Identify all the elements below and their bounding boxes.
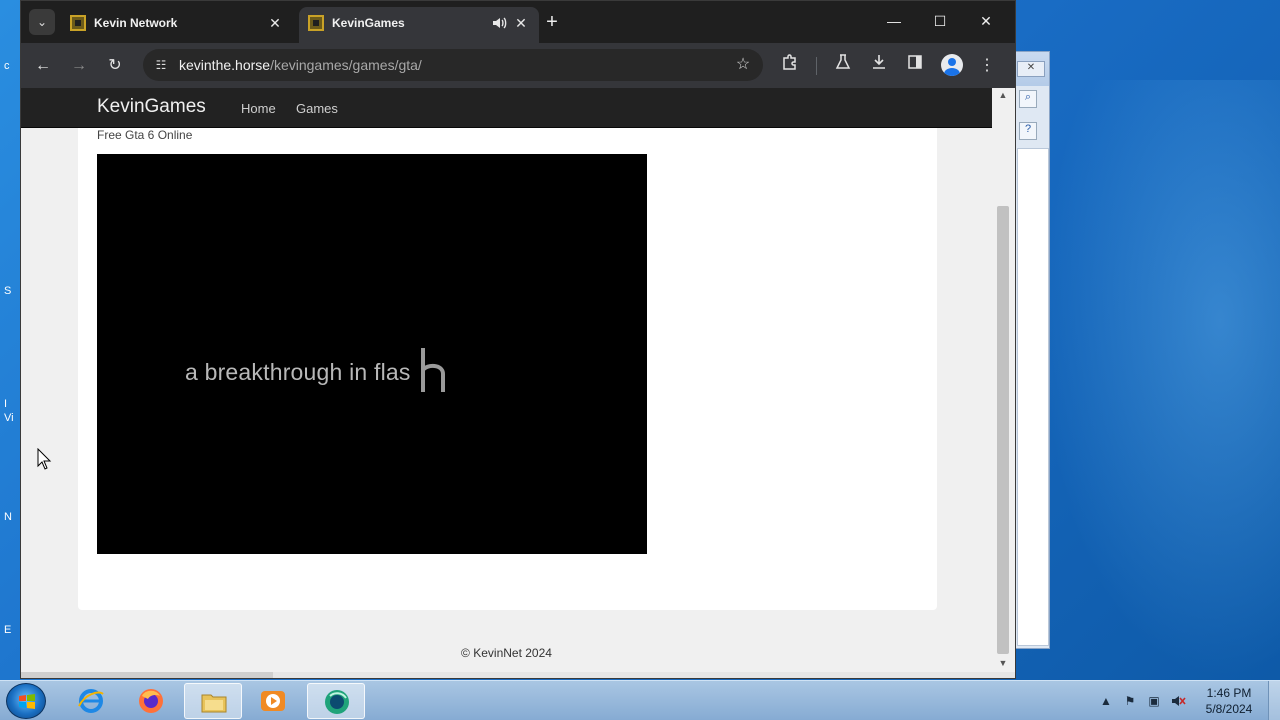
system-clock[interactable]: 1:46 PM 5/8/2024 bbox=[1196, 685, 1262, 717]
nav-link-games[interactable]: Games bbox=[296, 101, 338, 116]
taskbar: ▲ ⚑ ▣ 1:46 PM 5/8/2024 bbox=[0, 680, 1280, 720]
scrollbar-thumb[interactable] bbox=[997, 206, 1009, 654]
profile-avatar-icon[interactable] bbox=[941, 54, 963, 76]
bookmark-star-icon[interactable]: ☆ bbox=[733, 55, 753, 75]
help-icon[interactable]: ? bbox=[1019, 122, 1037, 140]
menu-kebab-icon[interactable]: ⋮ bbox=[974, 53, 1000, 79]
tab-title: KevinGames bbox=[332, 16, 405, 30]
forward-arrow-icon[interactable]: → bbox=[66, 53, 92, 79]
scroll-up-arrow-icon[interactable]: ▲ bbox=[997, 90, 1009, 102]
back-arrow-icon[interactable]: ← bbox=[30, 53, 56, 79]
speaker-icon[interactable] bbox=[489, 13, 509, 33]
volume-muted-icon[interactable] bbox=[1170, 693, 1186, 709]
taskbar-chromium-browser[interactable] bbox=[307, 683, 365, 719]
mouse-cursor-icon bbox=[37, 448, 52, 470]
desktop-icon-label[interactable]: N bbox=[4, 511, 12, 523]
close-icon[interactable]: ✕ bbox=[265, 13, 285, 33]
site-brand[interactable]: KevinGames bbox=[97, 96, 206, 118]
address-bar[interactable]: ☷ kevinthe.horse/kevingames/games/gta/ ☆ bbox=[143, 49, 763, 81]
media-player-icon bbox=[261, 691, 285, 711]
site-info-icon[interactable]: ☷ bbox=[151, 55, 171, 75]
game-title: Free Gta 6 Online bbox=[97, 128, 193, 142]
reload-icon[interactable]: ↻ bbox=[102, 53, 128, 79]
address-url[interactable]: kevinthe.horse/kevingames/games/gta/ bbox=[179, 57, 422, 73]
folder-icon bbox=[201, 694, 227, 713]
game-embed[interactable]: a breakthrough in flas bbox=[97, 154, 647, 554]
desktop-icon-label[interactable]: I bbox=[4, 398, 7, 410]
browser-toolbar: ← → ↻ ☷ kevinthe.horse/kevingames/games/… bbox=[21, 43, 1015, 88]
close-icon[interactable]: ✕ bbox=[1017, 61, 1045, 77]
action-center-flag-icon[interactable]: ⚑ bbox=[1122, 693, 1138, 709]
nav-link-home[interactable]: Home bbox=[241, 101, 276, 116]
toolbar-divider bbox=[816, 57, 817, 75]
tab-strip: ⌄ Kevin Network ✕ KevinGames ✕ + — ☐ ✕ bbox=[21, 1, 1015, 43]
clock-time: 1:46 PM bbox=[1206, 686, 1252, 700]
page-viewport: KevinGames Home Games Free Gta 6 Online … bbox=[21, 88, 1015, 678]
show-hidden-icons-chevron-icon[interactable]: ▲ bbox=[1098, 693, 1114, 709]
ruffle-logo-icon bbox=[421, 348, 445, 392]
network-icon[interactable]: ▣ bbox=[1146, 693, 1162, 709]
windows-logo-icon bbox=[19, 694, 35, 709]
close-window-button[interactable]: ✕ bbox=[963, 5, 1009, 37]
background-window-pane bbox=[1017, 148, 1049, 646]
game-loading-text: a breakthrough in flas bbox=[185, 359, 411, 385]
show-desktop-button[interactable] bbox=[1268, 681, 1280, 720]
desktop-icon-label[interactable]: S bbox=[4, 285, 11, 297]
firefox-icon bbox=[139, 689, 163, 713]
favicon-icon bbox=[308, 15, 324, 31]
background-window[interactable]: ✕ ⌕ ? bbox=[1010, 51, 1050, 649]
internet-explorer-icon bbox=[78, 689, 104, 713]
new-tab-button[interactable]: + bbox=[540, 11, 564, 35]
tab-kevin-network[interactable]: Kevin Network ✕ bbox=[61, 7, 293, 43]
browser-app-icon bbox=[325, 690, 349, 714]
start-button[interactable] bbox=[6, 683, 46, 719]
search-icon[interactable]: ⌕ bbox=[1019, 90, 1037, 108]
tab-kevingames[interactable]: KevinGames ✕ bbox=[299, 7, 539, 43]
favicon-icon bbox=[70, 15, 86, 31]
desktop-glow bbox=[1040, 80, 1280, 680]
horizontal-scrollbar-thumb[interactable] bbox=[21, 672, 273, 678]
close-icon[interactable]: ✕ bbox=[511, 13, 531, 33]
extensions-icon[interactable] bbox=[777, 53, 803, 79]
tab-search-button[interactable]: ⌄ bbox=[29, 9, 55, 35]
taskbar-file-explorer[interactable] bbox=[184, 683, 242, 719]
download-icon[interactable] bbox=[866, 53, 892, 79]
clock-date: 5/8/2024 bbox=[1205, 702, 1253, 716]
desktop-icon-label[interactable]: E bbox=[4, 624, 11, 636]
taskbar-internet-explorer[interactable] bbox=[62, 683, 120, 719]
side-panel-icon[interactable] bbox=[902, 53, 928, 79]
maximize-button[interactable]: ☐ bbox=[917, 5, 963, 37]
browser-window: ⌄ Kevin Network ✕ KevinGames ✕ + — ☐ ✕ ←… bbox=[20, 0, 1016, 679]
taskbar-firefox[interactable] bbox=[122, 683, 180, 719]
vertical-scrollbar[interactable]: ▲ ▼ bbox=[994, 88, 1012, 674]
desktop-icon-label[interactable]: c bbox=[4, 60, 10, 72]
taskbar-media-player[interactable] bbox=[244, 683, 302, 719]
labs-flask-icon[interactable] bbox=[830, 53, 856, 79]
page-footer: © KevinNet 2024 bbox=[461, 646, 552, 660]
minimize-button[interactable]: — bbox=[871, 5, 917, 37]
site-navbar: KevinGames Home Games bbox=[21, 88, 992, 128]
scroll-down-arrow-icon[interactable]: ▼ bbox=[997, 658, 1009, 670]
tab-title: Kevin Network bbox=[94, 16, 178, 30]
desktop-icon-label[interactable]: Vi bbox=[4, 412, 14, 424]
horizontal-scrollbar[interactable] bbox=[21, 672, 1015, 678]
